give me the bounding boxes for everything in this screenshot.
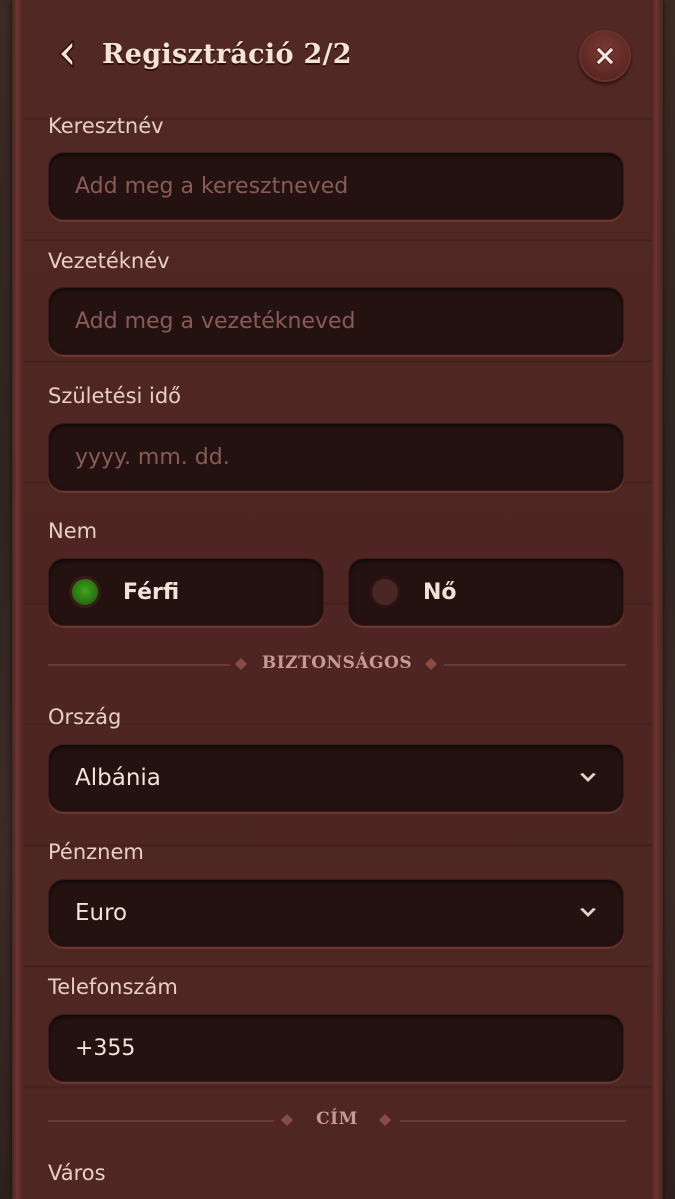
header: Regisztráció 2/2 (54, 30, 352, 78)
gender-label: Nem (48, 519, 98, 543)
radio-selected-indicator (69, 576, 101, 608)
phone-field[interactable] (48, 1014, 624, 1082)
country-label: Ország (48, 705, 122, 729)
country-select[interactable]: Albánia (48, 744, 624, 812)
last-name-field[interactable] (48, 287, 624, 355)
chevron-down-icon (580, 773, 596, 782)
address-divider: CÍM (48, 1109, 626, 1133)
radio-unselected-indicator (369, 576, 401, 608)
back-arrow-icon[interactable] (54, 36, 80, 72)
last-name-input[interactable] (73, 307, 599, 335)
page-title: Regisztráció 2/2 (102, 38, 352, 70)
secure-divider-label: BIZTONSÁGOS (261, 653, 413, 673)
gender-option-male[interactable]: Férfi (48, 558, 324, 626)
panel-frame-left (12, 0, 24, 1199)
gender-option-female[interactable]: Nő (348, 558, 624, 626)
birth-date-field[interactable] (48, 423, 624, 491)
city-label: Város (48, 1161, 106, 1185)
first-name-label: Keresztnév (48, 114, 164, 138)
panel-frame-right (651, 0, 663, 1199)
close-icon (595, 46, 615, 66)
currency-select[interactable]: Euro (48, 879, 624, 947)
gender-option-label: Nő (423, 579, 457, 605)
last-name-label: Vezetéknév (48, 249, 170, 273)
close-button[interactable] (579, 30, 631, 82)
country-selected-value: Albánia (75, 765, 161, 791)
phone-label: Telefonszám (48, 975, 178, 999)
first-name-field[interactable] (48, 152, 624, 220)
currency-label: Pénznem (48, 840, 144, 864)
background-right (661, 0, 675, 1199)
chevron-down-icon (580, 908, 596, 917)
currency-selected-value: Euro (75, 900, 128, 926)
secure-divider: BIZTONSÁGOS (48, 653, 626, 677)
address-divider-label: CÍM (316, 1109, 358, 1129)
birth-date-input[interactable] (73, 443, 599, 471)
first-name-input[interactable] (73, 172, 599, 200)
birth-date-label: Születési idő (48, 384, 182, 408)
gender-option-label: Férfi (123, 579, 180, 605)
phone-input[interactable] (73, 1034, 599, 1062)
